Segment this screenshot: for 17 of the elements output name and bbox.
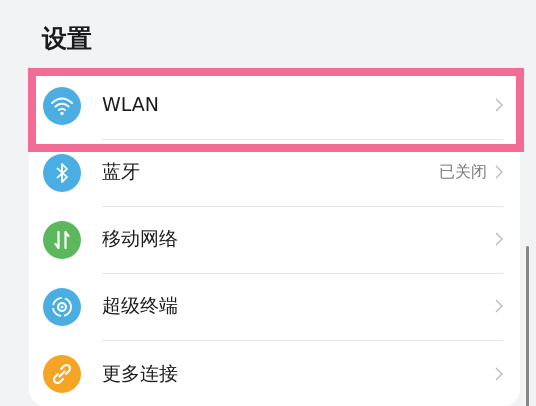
- item-label: 移动网络: [102, 227, 179, 252]
- item-label: 更多连接: [102, 362, 179, 386]
- item-label: 超级终端: [102, 294, 179, 319]
- item-label: 蓝牙: [102, 160, 141, 185]
- settings-item[interactable]: WLAN: [29, 72, 520, 139]
- chevron-icon: [495, 232, 503, 246]
- chevron-icon: [495, 299, 503, 313]
- settings-item[interactable]: 移动网络: [29, 206, 520, 273]
- status-text: 已关闭: [439, 162, 487, 182]
- chevron-icon: [495, 165, 503, 179]
- page-title: 设置: [42, 23, 93, 55]
- settings-item[interactable]: 蓝牙 已关闭: [29, 139, 520, 206]
- settings-item[interactable]: 更多连接: [29, 340, 520, 406]
- chevron-icon: [495, 98, 503, 112]
- item-label: WLAN: [102, 94, 160, 116]
- settings-item[interactable]: 超级终端: [29, 273, 520, 340]
- chevron-icon: [495, 366, 503, 380]
